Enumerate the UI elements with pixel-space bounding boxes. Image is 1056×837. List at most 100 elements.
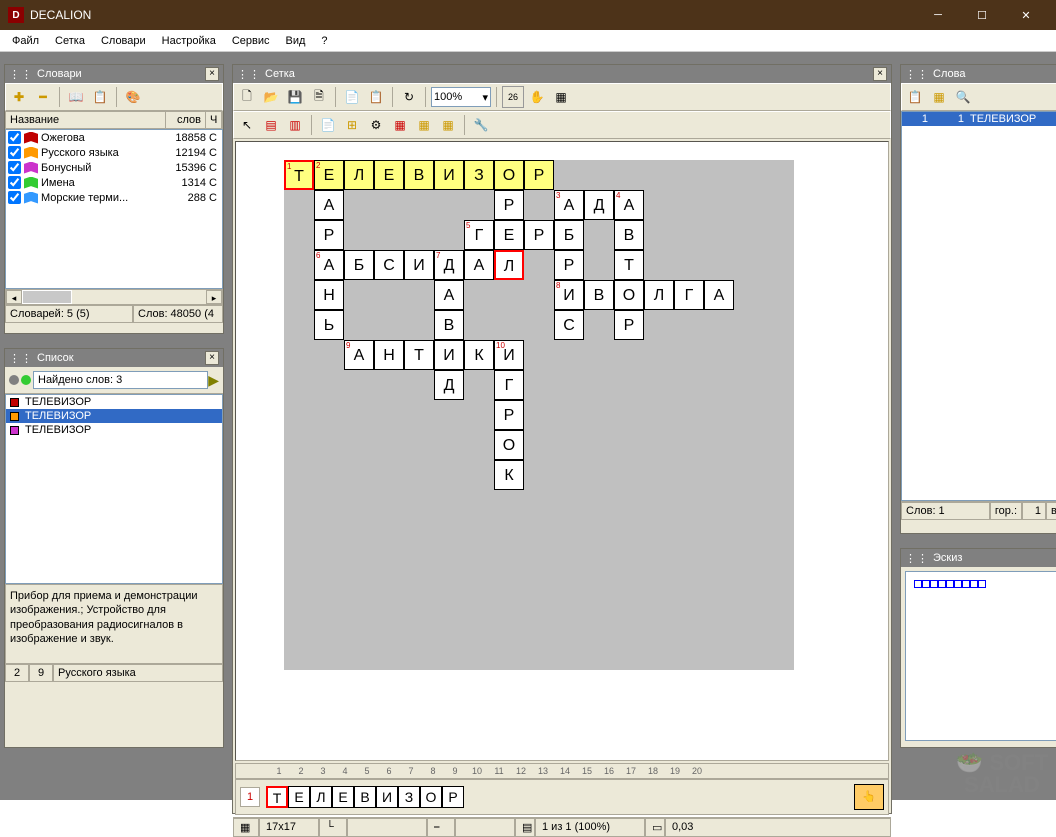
grid-cell[interactable] xyxy=(524,550,554,580)
grid-cell[interactable] xyxy=(374,400,404,430)
grid-cell[interactable] xyxy=(674,520,704,550)
grid-cell[interactable] xyxy=(584,160,614,190)
grid-cell[interactable] xyxy=(314,580,344,610)
grid-cell[interactable] xyxy=(524,640,554,670)
grid-cell[interactable] xyxy=(584,430,614,460)
letter-cell[interactable]: В xyxy=(354,786,376,808)
grid-cell[interactable] xyxy=(644,370,674,400)
grid-cell[interactable] xyxy=(284,400,314,430)
grid-cell[interactable] xyxy=(374,580,404,610)
grid-cell[interactable] xyxy=(614,640,644,670)
grid-cell[interactable] xyxy=(614,160,644,190)
letter-cell[interactable]: Е xyxy=(332,786,354,808)
grid-cell[interactable] xyxy=(704,310,734,340)
grid-cell[interactable] xyxy=(704,190,734,220)
grid-cell[interactable] xyxy=(494,610,524,640)
grid-cell[interactable] xyxy=(464,400,494,430)
fill2-icon[interactable]: ▦ xyxy=(413,114,435,136)
grid-cell[interactable] xyxy=(434,190,464,220)
panel-close-icon[interactable]: × xyxy=(873,67,887,81)
grid-cell[interactable] xyxy=(734,190,764,220)
grid-cell[interactable] xyxy=(674,370,704,400)
grid-cell[interactable]: Т xyxy=(404,340,434,370)
grid-cell[interactable] xyxy=(704,220,734,250)
grid-cell[interactable] xyxy=(674,190,704,220)
grid-cell[interactable] xyxy=(284,340,314,370)
grid-mode-icon[interactable]: ▦ xyxy=(550,86,572,108)
grid-cell[interactable]: Б xyxy=(554,220,584,250)
grid-cell[interactable] xyxy=(674,460,704,490)
grid-cell[interactable] xyxy=(644,520,674,550)
grid-cell[interactable]: 7Д xyxy=(434,250,464,280)
grid-cell[interactable] xyxy=(284,280,314,310)
grid-cell[interactable] xyxy=(524,190,554,220)
grid-cell[interactable] xyxy=(644,430,674,460)
grid-cell[interactable] xyxy=(674,340,704,370)
grid-cell[interactable] xyxy=(614,550,644,580)
grid-cell[interactable] xyxy=(524,430,554,460)
open-icon[interactable]: 📂 xyxy=(260,86,282,108)
menu-item[interactable]: Словари xyxy=(93,32,154,50)
grid-cell[interactable] xyxy=(674,160,704,190)
grid-cell[interactable] xyxy=(614,580,644,610)
grid-cell[interactable] xyxy=(704,640,734,670)
grid-cell[interactable] xyxy=(584,250,614,280)
find-icon[interactable]: 🔍 xyxy=(952,86,974,108)
grid-cell[interactable]: К xyxy=(494,460,524,490)
grid-cell[interactable] xyxy=(284,370,314,400)
grid-cell[interactable] xyxy=(584,640,614,670)
grid-cell[interactable] xyxy=(404,280,434,310)
letter-cell[interactable]: Л xyxy=(310,786,332,808)
maximize-button[interactable]: ☐ xyxy=(960,0,1004,30)
grid-cell[interactable]: Е xyxy=(494,220,524,250)
grid-cell[interactable] xyxy=(764,640,794,670)
grid-cell[interactable] xyxy=(674,490,704,520)
save-as-icon[interactable]: 🗎 xyxy=(308,86,330,108)
grid-cell[interactable] xyxy=(584,490,614,520)
grid-cell[interactable] xyxy=(614,340,644,370)
grid-cell[interactable] xyxy=(524,400,554,430)
grid-cell[interactable]: К xyxy=(464,340,494,370)
grid-cell[interactable] xyxy=(584,520,614,550)
found-words-list[interactable]: ТЕЛЕВИЗОРТЕЛЕВИЗОРТЕЛЕВИЗОР xyxy=(5,394,223,584)
grid-cell[interactable] xyxy=(764,160,794,190)
grid-cell[interactable] xyxy=(344,460,374,490)
grid-cell[interactable] xyxy=(734,340,764,370)
copy-icon[interactable]: 📄 xyxy=(341,86,363,108)
grid-cell[interactable] xyxy=(704,550,734,580)
grid-cell[interactable] xyxy=(404,370,434,400)
fill1-icon[interactable]: ▦ xyxy=(389,114,411,136)
grid-cell[interactable] xyxy=(704,580,734,610)
grid-cell[interactable] xyxy=(734,310,764,340)
letter-cell[interactable]: З xyxy=(398,786,420,808)
zoom-combo[interactable]: 100%▾ xyxy=(431,87,491,107)
grid-cell[interactable] xyxy=(674,220,704,250)
dict-checkbox[interactable] xyxy=(8,191,21,204)
minimize-button[interactable]: ─ xyxy=(916,0,960,30)
blocks-icon[interactable]: ⊞ xyxy=(341,114,363,136)
grid-cell[interactable] xyxy=(494,520,524,550)
grid-cell[interactable] xyxy=(674,610,704,640)
menu-item[interactable]: Сетка xyxy=(47,32,93,50)
grid-cell[interactable] xyxy=(554,160,584,190)
hand-button[interactable]: 👆 xyxy=(854,784,884,810)
grid-cell[interactable] xyxy=(764,280,794,310)
grid-cell[interactable]: О xyxy=(614,280,644,310)
grid-cell[interactable]: С xyxy=(554,310,584,340)
grid-cell[interactable] xyxy=(764,580,794,610)
grid-cell[interactable] xyxy=(764,190,794,220)
grid-cell[interactable] xyxy=(344,640,374,670)
grid-cell[interactable]: Т xyxy=(614,250,644,280)
grid-cell[interactable] xyxy=(404,310,434,340)
grid-cell[interactable] xyxy=(404,190,434,220)
grid-cell[interactable] xyxy=(344,310,374,340)
grid-cell[interactable] xyxy=(644,340,674,370)
grid-cell[interactable]: О xyxy=(494,430,524,460)
grid-cell[interactable] xyxy=(734,220,764,250)
grid-cell[interactable] xyxy=(344,220,374,250)
grid-cell[interactable]: Р xyxy=(614,310,644,340)
grid-cell[interactable] xyxy=(284,430,314,460)
grid-cell[interactable] xyxy=(734,370,764,400)
grid-cell[interactable]: В xyxy=(584,280,614,310)
dict-checkbox[interactable] xyxy=(8,161,21,174)
